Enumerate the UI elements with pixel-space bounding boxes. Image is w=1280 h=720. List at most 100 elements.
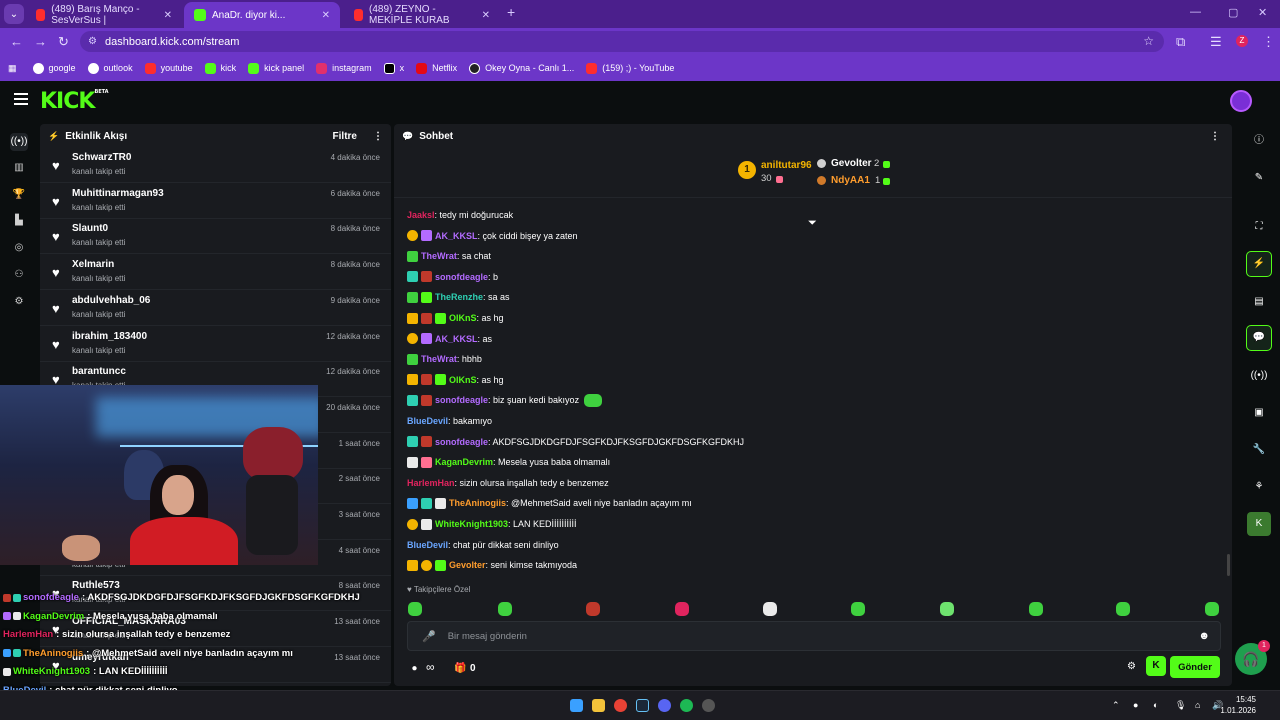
bookmark-google[interactable]: google: [32, 62, 76, 74]
leader-first-name[interactable]: aniltutar96: [761, 160, 812, 171]
steam-tray-icon[interactable]: ◐: [1153, 700, 1158, 710]
quick-actions-icon[interactable]: ⚡: [1246, 251, 1272, 277]
support-chat-button[interactable]: 🎧 1: [1235, 640, 1270, 675]
chat-username[interactable]: BlueDevil: [407, 540, 448, 550]
chat-username[interactable]: AK_KKSL: [435, 334, 478, 344]
stream-live-icon[interactable]: ((•)): [10, 133, 28, 151]
chat-username[interactable]: sonofdeagle: [435, 437, 488, 447]
feed-item-username[interactable]: barantuncc: [72, 366, 126, 377]
chat-toggle-icon[interactable]: 💬: [1246, 325, 1272, 351]
more-options-icon[interactable]: ⋮: [373, 131, 383, 142]
settings-icon[interactable]: ⚙: [10, 293, 28, 311]
chat-options-icon[interactable]: ⋮: [1210, 131, 1220, 142]
reading-list-icon[interactable]: ☰: [1210, 34, 1222, 50]
filter-button[interactable]: Filtre: [333, 131, 357, 142]
chat-username[interactable]: TheRenzhe: [435, 292, 483, 302]
gift-icon[interactable]: 🎁: [454, 663, 466, 674]
spotify-icon[interactable]: [680, 699, 693, 712]
discord-icon[interactable]: [658, 699, 671, 712]
chat-message-input[interactable]: 🎤 Bir mesaj gönderin ☻: [407, 621, 1221, 651]
emote-icon[interactable]: [586, 602, 600, 616]
emoji-picker-icon[interactable]: ☻: [1198, 630, 1210, 642]
bookmark-x[interactable]: x: [383, 62, 404, 74]
chat-username[interactable]: WhiteKnight1903: [435, 519, 508, 529]
community-icon[interactable]: ⚇: [10, 266, 28, 284]
feed-item-username[interactable]: ibrahim_183400: [72, 331, 147, 342]
bookmark-youtube-2[interactable]: (159) ;) - YouTube: [586, 62, 674, 74]
wrench-icon[interactable]: 🔧: [1250, 441, 1268, 459]
chat-username[interactable]: Gevolter: [449, 560, 486, 570]
chat-username[interactable]: sonofdeagle: [435, 395, 488, 405]
back-icon[interactable]: ←: [10, 34, 23, 49]
chat-username[interactable]: OlKnS: [449, 313, 477, 323]
chat-username[interactable]: AK_KKSL: [435, 231, 478, 241]
emote-icon[interactable]: [1029, 602, 1043, 616]
tray-overflow-icon[interactable]: ⌃: [1112, 700, 1120, 711]
minimize-icon[interactable]: —: [1190, 6, 1201, 18]
maximize-icon[interactable]: ▢: [1228, 6, 1238, 19]
mic-tray-icon[interactable]: 🎙: [1175, 700, 1186, 711]
profile-avatar[interactable]: Z: [1236, 35, 1248, 47]
tools-icon[interactable]: ◎: [10, 239, 28, 257]
feed-item-username[interactable]: SchwarzTR0: [72, 152, 131, 163]
emote-icon[interactable]: [763, 602, 777, 616]
bookmark-kick-panel[interactable]: kick panel: [248, 62, 304, 74]
bookmark-youtube[interactable]: youtube: [144, 62, 193, 74]
integrations-icon[interactable]: ⚘: [1250, 478, 1268, 496]
chat-username[interactable]: TheAninogiis: [449, 498, 506, 508]
feed-item-username[interactable]: abdulvehhab_06: [72, 295, 150, 306]
extensions-icon[interactable]: ⧉: [1176, 34, 1185, 50]
new-tab-icon[interactable]: +: [507, 4, 515, 20]
pinned-messages-icon[interactable]: ⏷: [808, 217, 817, 230]
leader-second-name[interactable]: Gevolter: [831, 158, 872, 169]
dashboard-icon[interactable]: ▥: [10, 159, 28, 177]
chrome-icon[interactable]: [614, 699, 627, 712]
kick-logo[interactable]: KICKBETA: [40, 89, 109, 114]
moderation-icon[interactable]: ▙: [10, 212, 28, 230]
kick-emote-icon[interactable]: K: [1146, 656, 1166, 676]
feed-item-username[interactable]: Slaunt0: [72, 223, 108, 234]
emote-icon[interactable]: [498, 602, 512, 616]
bookmark-kick[interactable]: kick: [204, 62, 236, 74]
screenshot-icon[interactable]: ⛶: [1250, 218, 1268, 236]
feed-item-username[interactable]: Xelmarin: [72, 259, 114, 270]
chat-username[interactable]: TheWrat: [421, 251, 457, 261]
address-input[interactable]: ⚙ dashboard.kick.com/stream ☆: [80, 31, 1164, 52]
channel-points-icon[interactable]: ⦁: [412, 663, 417, 674]
chat-username[interactable]: sonofdeagle: [435, 272, 488, 282]
chat-username[interactable]: HarlemHan: [407, 478, 455, 488]
site-info-icon[interactable]: ⚙: [88, 36, 97, 47]
browser-tab-active[interactable]: AnaDr. diyor ki... ✕: [184, 2, 340, 28]
emote-icon[interactable]: [940, 602, 954, 616]
bookmark-okey[interactable]: Okey Oyna - Canlı 1...: [469, 62, 574, 74]
close-tab-icon[interactable]: ✕: [322, 10, 330, 21]
system-clock[interactable]: 15:45 1.01.2026: [1220, 694, 1256, 716]
hamburger-menu-icon[interactable]: [14, 93, 28, 108]
tab-search-button[interactable]: ⌄: [4, 4, 24, 24]
emote-icon[interactable]: [1116, 602, 1130, 616]
edit-icon[interactable]: ✎: [1250, 169, 1268, 187]
steam-icon[interactable]: [636, 699, 649, 712]
close-tab-icon[interactable]: ✕: [164, 10, 172, 21]
file-explorer-icon[interactable]: [592, 699, 605, 712]
bookmark-instagram[interactable]: instagram: [316, 62, 372, 74]
chat-username[interactable]: BlueDevil: [407, 416, 448, 426]
trophy-icon[interactable]: 🏆: [10, 186, 28, 204]
emote-frog-icon[interactable]: [408, 602, 422, 616]
reload-icon[interactable]: ↻: [58, 34, 69, 50]
browser-menu-icon[interactable]: ⋮: [1262, 34, 1275, 50]
network-icon[interactable]: ⌂: [1195, 700, 1200, 710]
bookmark-netflix[interactable]: Netflix: [416, 62, 457, 74]
microphone-icon[interactable]: 🎤: [422, 630, 436, 643]
chat-username[interactable]: OlKnS: [449, 375, 477, 385]
chat-scrollbar[interactable]: [1227, 554, 1230, 576]
browser-tab[interactable]: (489) Barış Manço - SesVerSus | ✕: [26, 2, 182, 28]
bookmark-outlook[interactable]: outlook: [87, 62, 133, 74]
broadcast-icon[interactable]: ((•)): [1250, 367, 1268, 385]
notes-icon[interactable]: ▤: [1250, 293, 1268, 311]
kick-app-icon[interactable]: K: [1247, 512, 1271, 536]
chat-settings-icon[interactable]: ⚙: [1127, 661, 1136, 672]
emote-icon[interactable]: [675, 602, 689, 616]
apps-grid-icon[interactable]: ▦: [8, 63, 17, 74]
store-icon[interactable]: ▣: [1250, 404, 1268, 422]
